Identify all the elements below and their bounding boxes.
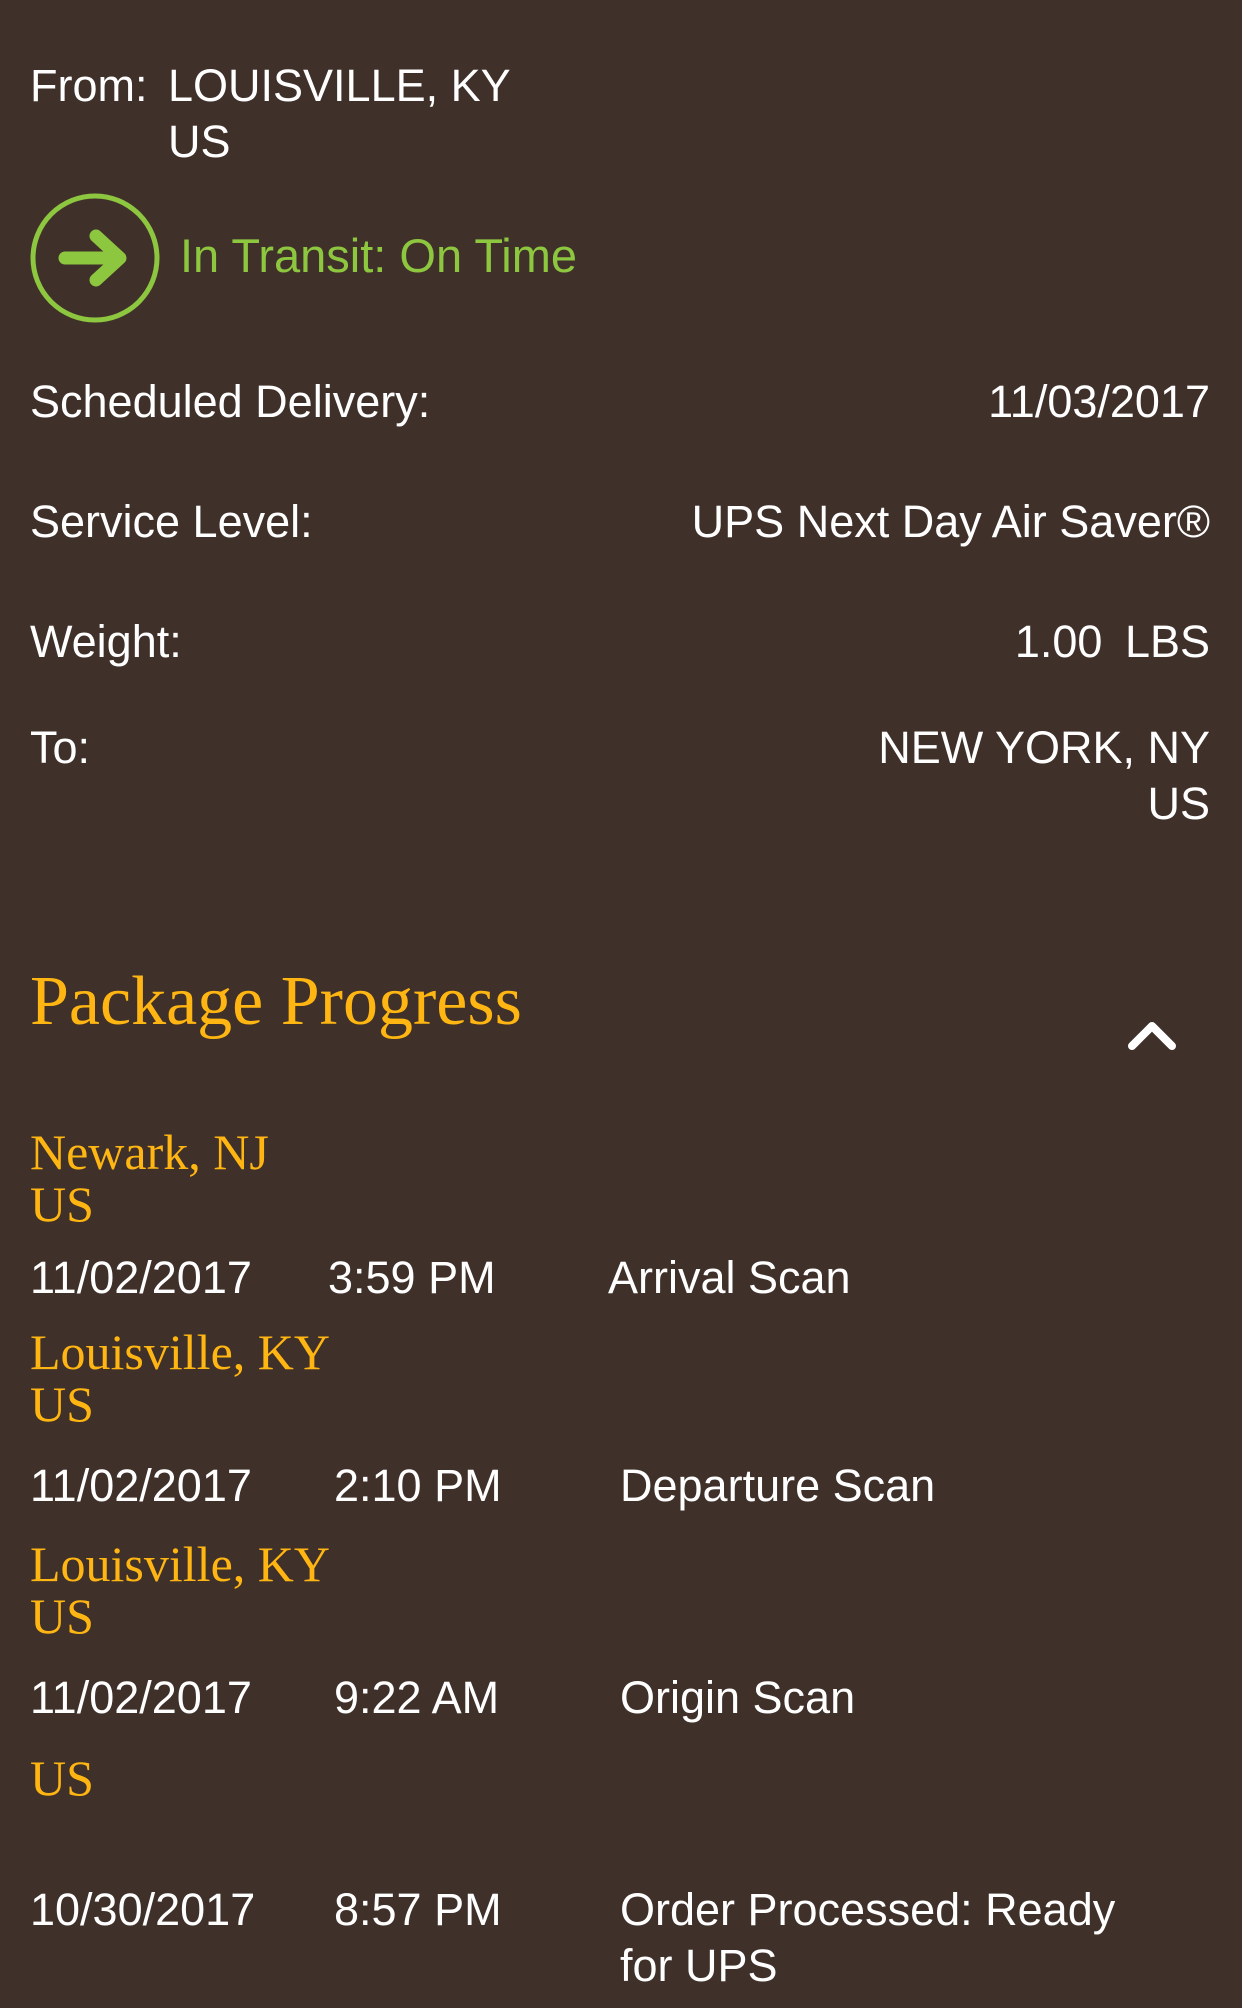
weight-unit: LBS [1124,616,1210,667]
event-time: 9:22 AM [334,1672,500,1723]
from-country: US [168,116,231,167]
package-progress-title: Package Progress [30,963,522,1040]
event-location: Newark, NJ [30,1124,269,1180]
to-city: NEW YORK, NY [878,722,1210,773]
event-time: 2:10 PM [334,1460,502,1511]
event-activity: Departure Scan [620,1460,936,1511]
event-activity: Origin Scan [620,1672,856,1723]
weight-label: Weight: [30,616,182,667]
event-location-country: US [30,1176,94,1232]
arrow-right-circle-icon [30,193,160,323]
event-time: 8:57 PM [334,1884,502,1935]
event-activity: Arrival Scan [608,1252,851,1303]
event-date: 11/02/2017 [30,1672,252,1723]
from-label: From: [30,60,148,111]
weight-amount: 1.00 [1014,616,1103,667]
event-activity: Order Processed: Ready [620,1884,1116,1935]
status-text: In Transit: On Time [180,229,578,282]
event-location-country: US [30,1376,94,1432]
event-location: US [30,1750,94,1806]
to-country: US [1147,778,1210,829]
event-date: 11/02/2017 [30,1460,252,1511]
service-level-value: UPS Next Day Air Saver® [691,496,1210,547]
to-label: To: [30,722,91,773]
from-city: LOUISVILLE, KY [168,60,511,111]
chevron-up-icon[interactable] [1126,1012,1178,1058]
service-level-label: Service Level: [30,496,313,547]
event-time: 3:59 PM [328,1252,496,1303]
weight-value: 1.00 LBS [1015,614,1210,670]
event-activity-continued: for UPS [620,1940,778,1991]
event-date: 10/30/2017 [30,1884,256,1935]
event-date: 11/02/2017 [30,1252,252,1303]
scheduled-delivery-value: 11/03/2017 [988,376,1210,427]
event-location: Louisville, KY [30,1536,330,1592]
scheduled-delivery-label: Scheduled Delivery: [30,376,431,427]
event-location: Louisville, KY [30,1324,330,1380]
event-location-country: US [30,1588,94,1644]
